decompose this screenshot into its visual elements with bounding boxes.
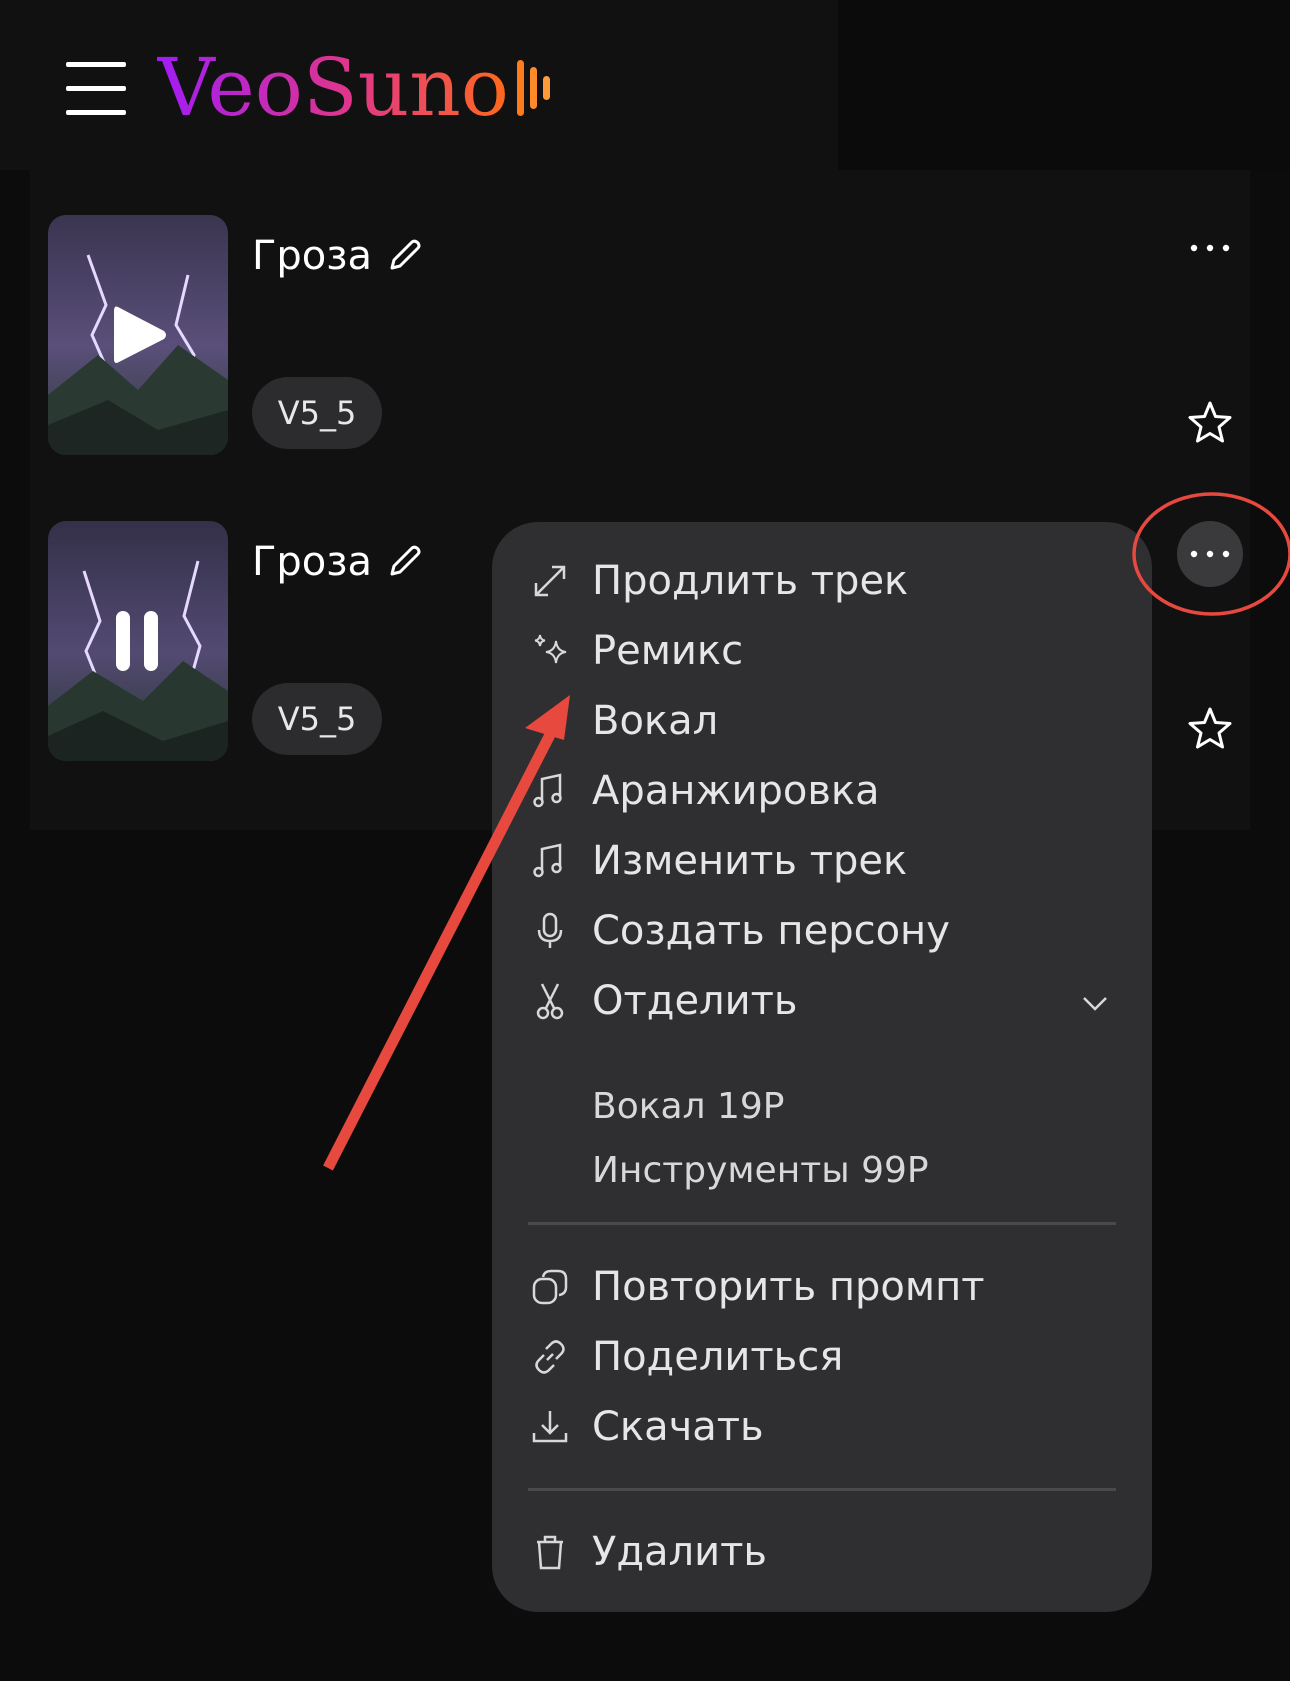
annotation-arrow <box>323 722 560 1171</box>
annotation-overlay <box>323 492 1290 1171</box>
annotation-arrowhead <box>525 695 570 740</box>
highlight-circle <box>1132 492 1290 616</box>
